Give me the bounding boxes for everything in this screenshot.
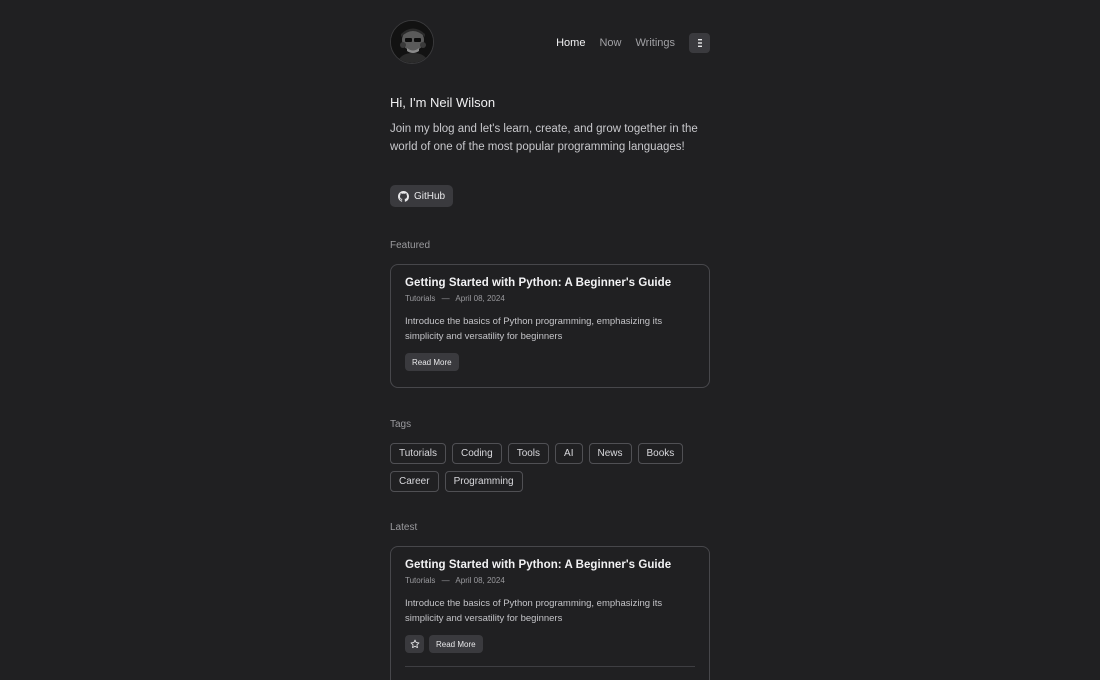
featured-post-actions: Read More xyxy=(405,353,695,371)
tag-news[interactable]: News xyxy=(588,443,632,464)
card-divider xyxy=(405,666,695,667)
menu-button[interactable] xyxy=(689,33,710,53)
featured-label: Featured xyxy=(390,240,431,251)
latest-label: Latest xyxy=(390,522,418,533)
latest-post-description: Introduce the basics of Python programmi… xyxy=(405,598,663,624)
star-icon xyxy=(410,639,419,648)
latest-post-title[interactable]: Getting Started with Python: A Beginner'… xyxy=(405,559,695,571)
tag-tutorials[interactable]: Tutorials xyxy=(390,443,446,464)
avatar[interactable] xyxy=(390,20,434,64)
intro-text: Join my blog and let's learn, create, an… xyxy=(390,123,698,153)
greeting-heading: Hi, I'm Neil Wilson xyxy=(390,95,496,110)
tag-career[interactable]: Career xyxy=(390,471,439,492)
tag-books[interactable]: Books xyxy=(637,443,684,464)
nav-home[interactable]: Home xyxy=(556,37,585,49)
nav-writings[interactable]: Writings xyxy=(635,37,675,49)
latest-post-card: Getting Started with Python: A Beginner'… xyxy=(390,546,710,680)
site-header: Home Now Writings xyxy=(390,20,710,66)
meta-separator: — xyxy=(441,294,450,303)
latest-post-meta: Tutorials — April 08, 2024 xyxy=(405,576,695,585)
latest-post-date: April 08, 2024 xyxy=(455,576,505,585)
avatar-image xyxy=(391,21,433,63)
meta-separator: — xyxy=(441,576,450,585)
tag-tools[interactable]: Tools xyxy=(507,443,550,464)
menu-icon xyxy=(697,39,702,47)
tag-coding[interactable]: Coding xyxy=(451,443,502,464)
star-button[interactable] xyxy=(405,635,424,653)
tag-ai[interactable]: AI xyxy=(555,443,583,464)
read-more-button[interactable]: Read More xyxy=(429,635,483,653)
featured-post-description: Introduce the basics of Python programmi… xyxy=(405,316,663,342)
github-button[interactable]: GitHub xyxy=(390,185,454,207)
tag-programming[interactable]: Programming xyxy=(444,471,523,492)
tag-list: Tutorials Coding Tools AI News Books Car… xyxy=(390,443,710,492)
github-icon xyxy=(398,190,409,202)
tags-label: Tags xyxy=(390,419,412,430)
featured-post-meta: Tutorials — April 08, 2024 xyxy=(405,294,695,303)
latest-post-actions: Read More xyxy=(405,635,695,653)
featured-post-date: April 08, 2024 xyxy=(455,294,505,303)
github-label: GitHub xyxy=(414,190,446,202)
read-more-button[interactable]: Read More xyxy=(405,353,459,371)
latest-post-category[interactable]: Tutorials xyxy=(405,576,435,585)
featured-post-category[interactable]: Tutorials xyxy=(405,294,435,303)
top-nav: Home Now Writings xyxy=(556,33,710,53)
nav-now[interactable]: Now xyxy=(599,37,621,49)
featured-post-title[interactable]: Getting Started with Python: A Beginner'… xyxy=(405,277,695,289)
featured-post-card: Getting Started with Python: A Beginner'… xyxy=(390,264,710,388)
